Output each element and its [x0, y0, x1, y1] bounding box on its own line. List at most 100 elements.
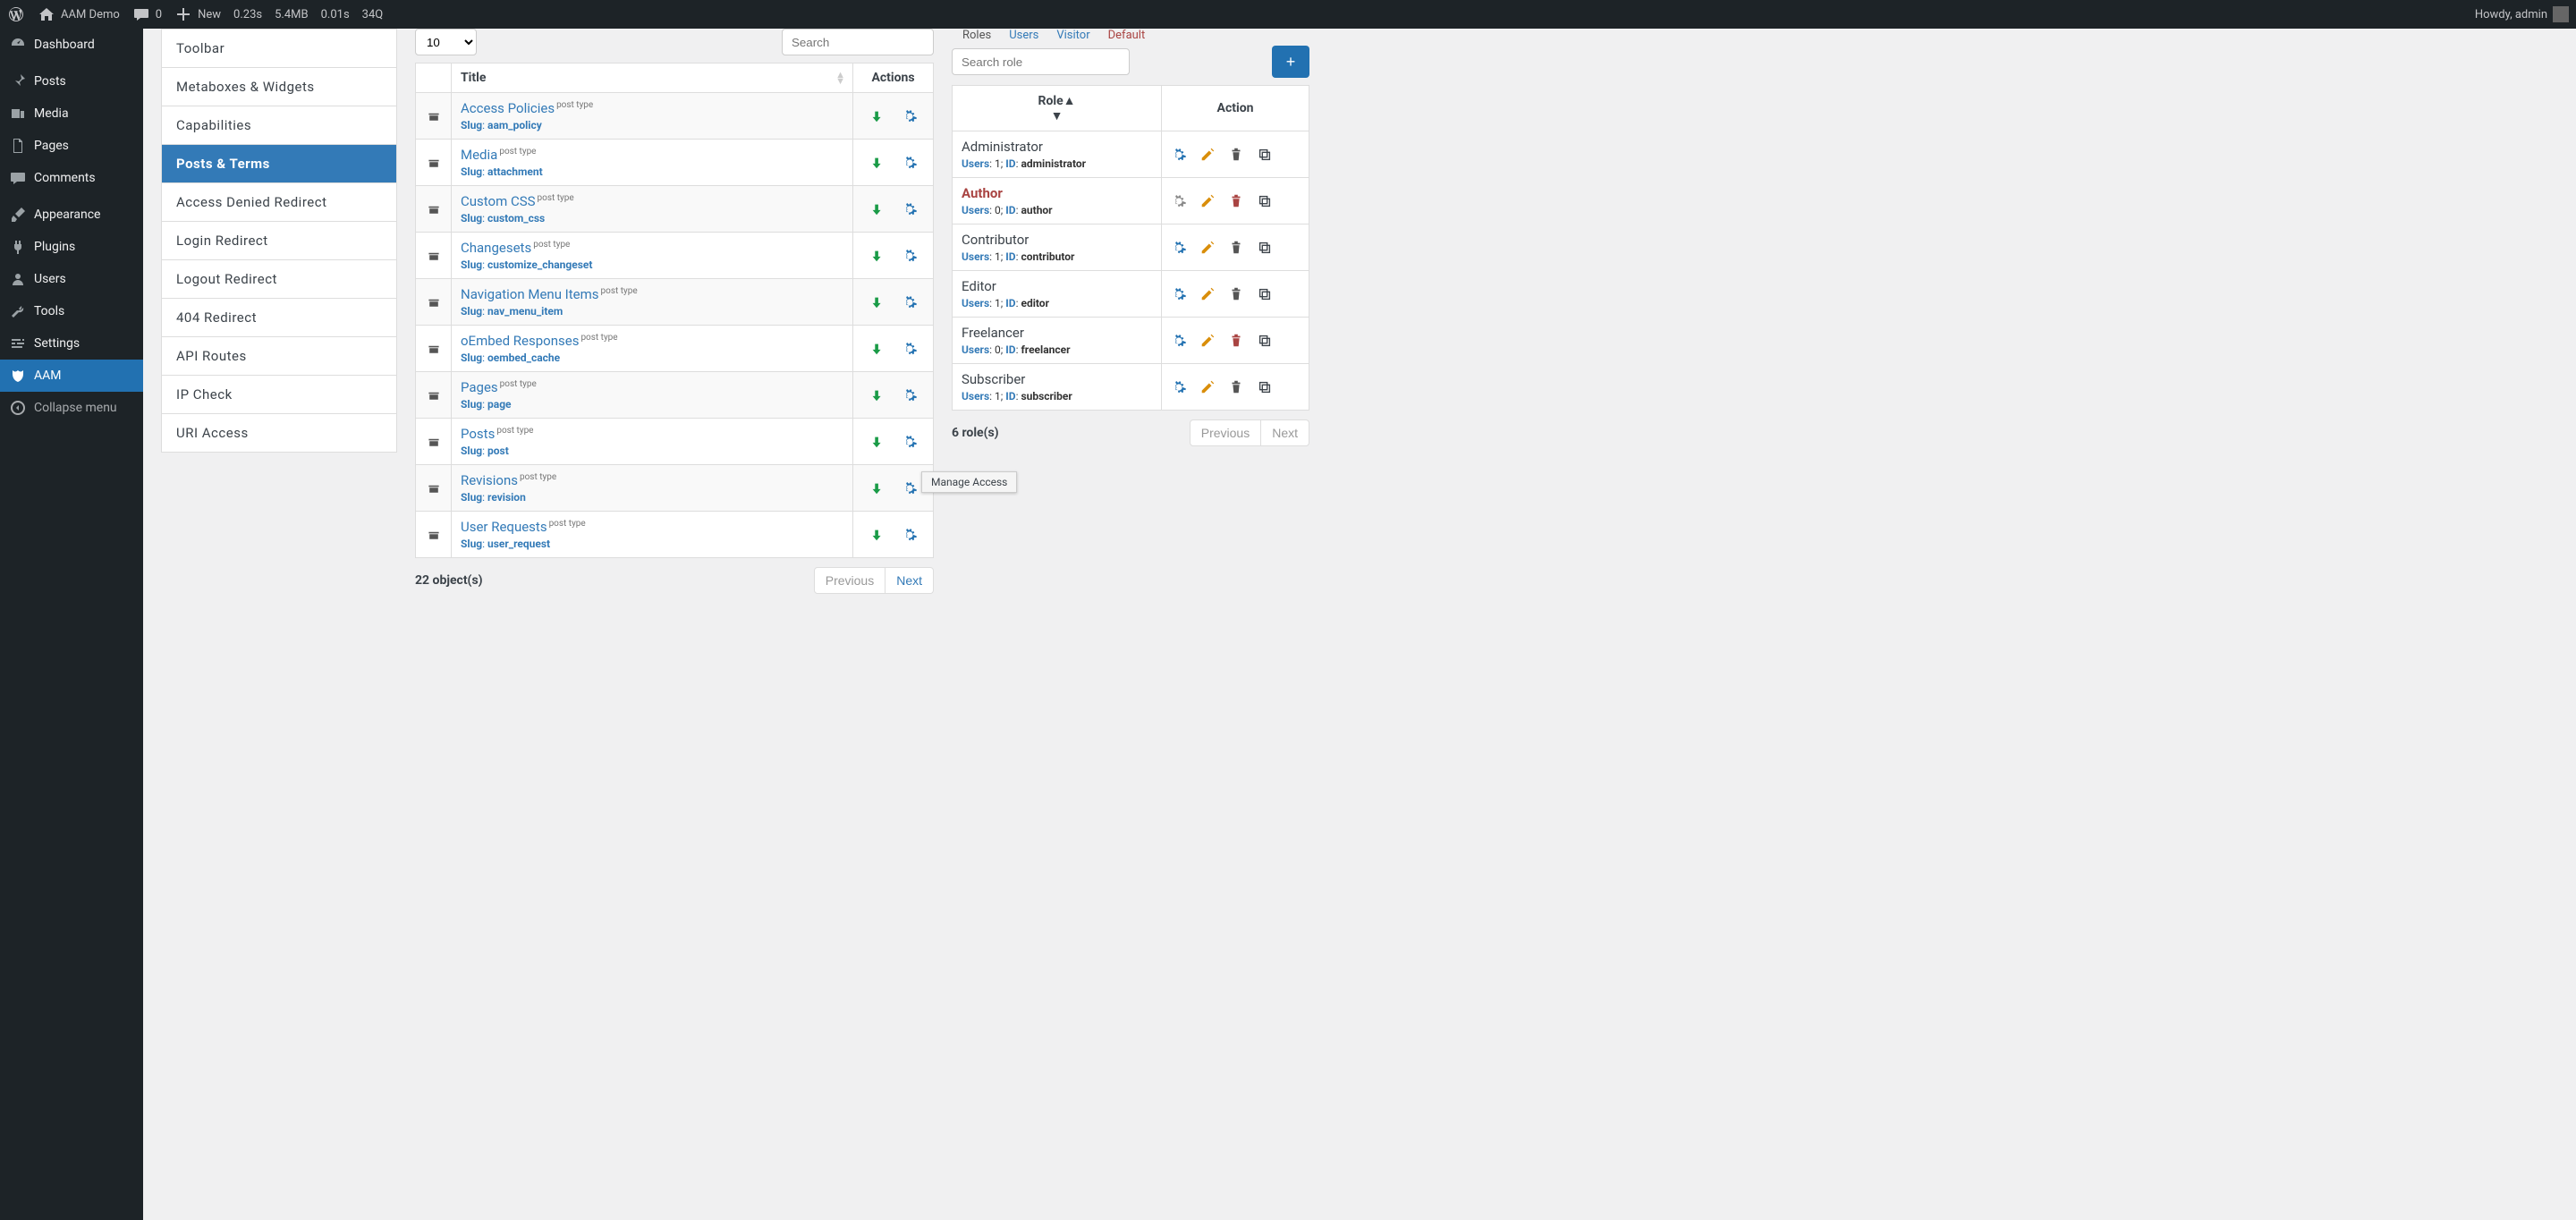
aam-tab-capabilities[interactable]: Capabilities [162, 106, 396, 145]
clone-icon[interactable] [1257, 333, 1273, 349]
gear-icon[interactable] [1171, 333, 1187, 349]
sidebar-item-comments[interactable]: Comments [0, 162, 143, 194]
drill-down-icon[interactable] [869, 155, 886, 171]
sidebar-item-plugins[interactable]: Plugins [0, 231, 143, 263]
howdy-user[interactable]: Howdy, admin [2475, 6, 2569, 22]
gear-icon[interactable] [902, 434, 918, 450]
trash-icon[interactable] [1228, 379, 1244, 395]
roles-prev-button[interactable]: Previous [1190, 419, 1261, 446]
trash-icon[interactable] [1228, 193, 1244, 209]
prev-button[interactable]: Previous [814, 567, 886, 594]
gear-icon[interactable] [902, 527, 918, 543]
pencil-icon[interactable] [1199, 193, 1216, 209]
gear-icon[interactable] [1171, 147, 1187, 163]
aam-tab-404-redirect[interactable]: 404 Redirect [162, 299, 396, 337]
gear-icon[interactable] [1171, 286, 1187, 302]
gear-icon[interactable] [1171, 240, 1187, 256]
new-content[interactable]: New [174, 5, 221, 23]
sidebar-item-label: Collapse menu [34, 401, 134, 415]
clone-icon[interactable] [1257, 286, 1273, 302]
role-name: Administrator [962, 139, 1152, 155]
post-type-link[interactable]: Access Policies [461, 100, 555, 116]
sidebar-item-collapse[interactable]: Collapse menu [0, 392, 143, 424]
gear-icon[interactable] [902, 155, 918, 171]
clone-icon[interactable] [1257, 147, 1273, 163]
sidebar-item-aam[interactable]: AAM [0, 360, 143, 392]
pencil-icon[interactable] [1199, 379, 1216, 395]
pencil-icon[interactable] [1199, 147, 1216, 163]
site-name[interactable]: AAM Demo [38, 5, 120, 23]
aam-tab-login-redirect[interactable]: Login Redirect [162, 222, 396, 260]
clone-icon[interactable] [1257, 240, 1273, 256]
post-type-link[interactable]: Custom CSS [461, 193, 536, 209]
add-role-button[interactable]: + [1272, 46, 1309, 78]
drill-down-icon[interactable] [869, 248, 886, 264]
drill-down-icon[interactable] [869, 480, 886, 496]
drill-down-icon[interactable] [869, 387, 886, 403]
aam-tab-access-denied-redirect[interactable]: Access Denied Redirect [162, 183, 396, 222]
roles-table: Role▲▼ Action Administrator Users: 1; ID… [952, 85, 1309, 411]
tab-users[interactable]: Users [1009, 29, 1038, 42]
wp-logo[interactable] [7, 5, 25, 23]
trash-icon[interactable] [1228, 240, 1244, 256]
gear-icon[interactable] [902, 248, 918, 264]
gear-icon[interactable] [902, 201, 918, 217]
sidebar-item-media[interactable]: Media [0, 97, 143, 130]
drill-down-icon[interactable] [869, 201, 886, 217]
sidebar-item-users[interactable]: Users [0, 263, 143, 295]
search-input[interactable] [782, 29, 934, 55]
drill-down-icon[interactable] [869, 294, 886, 310]
page-length-select[interactable]: 10 [415, 29, 477, 55]
tab-roles[interactable]: Roles [962, 29, 991, 42]
tab-default[interactable]: Default [1108, 29, 1146, 42]
gear-icon[interactable] [902, 480, 918, 496]
aam-tab-ip-check[interactable]: IP Check [162, 376, 396, 414]
post-type-link[interactable]: Pages [461, 379, 498, 395]
sidebar-item-settings[interactable]: Settings [0, 327, 143, 360]
sidebar-item-pages[interactable]: Pages [0, 130, 143, 162]
drill-down-icon[interactable] [869, 341, 886, 357]
trash-icon[interactable] [1228, 333, 1244, 349]
gear-icon[interactable] [902, 387, 918, 403]
drill-down-icon[interactable] [869, 434, 886, 450]
stat-1: 5.4MB [275, 8, 309, 21]
post-type-link[interactable]: Posts [461, 426, 495, 442]
post-type-link[interactable]: User Requests [461, 519, 547, 535]
gear-icon[interactable] [902, 294, 918, 310]
comments-count[interactable]: 0 [132, 5, 162, 23]
pencil-icon[interactable] [1199, 286, 1216, 302]
gear-icon[interactable] [1171, 379, 1187, 395]
trash-icon[interactable] [1228, 147, 1244, 163]
post-type-link[interactable]: Revisions [461, 472, 518, 488]
gear-icon[interactable] [1171, 193, 1187, 209]
post-type-link[interactable]: oEmbed Responses [461, 333, 579, 349]
post-type-link[interactable]: Media [461, 147, 497, 163]
next-button[interactable]: Next [886, 567, 934, 594]
sidebar-item-posts[interactable]: Posts [0, 65, 143, 97]
col-role[interactable]: Role▲▼ [953, 86, 1162, 131]
col-title[interactable]: Title▲▼ [452, 64, 853, 93]
gear-icon[interactable] [902, 341, 918, 357]
clone-icon[interactable] [1257, 193, 1273, 209]
post-type-link[interactable]: Changesets [461, 240, 531, 256]
pencil-icon[interactable] [1199, 333, 1216, 349]
role-search-input[interactable] [952, 48, 1130, 75]
drill-down-icon[interactable] [869, 108, 886, 124]
tab-visitor[interactable]: Visitor [1056, 29, 1089, 42]
aam-tab-uri-access[interactable]: URI Access [162, 414, 396, 452]
aam-tab-api-routes[interactable]: API Routes [162, 337, 396, 376]
sidebar-item-dashboard[interactable]: Dashboard [0, 29, 143, 61]
roles-next-button[interactable]: Next [1261, 419, 1309, 446]
aam-tab-logout-redirect[interactable]: Logout Redirect [162, 260, 396, 299]
aam-tab-metaboxes-widgets[interactable]: Metaboxes & Widgets [162, 68, 396, 106]
sidebar-item-appearance[interactable]: Appearance [0, 199, 143, 231]
trash-icon[interactable] [1228, 286, 1244, 302]
post-type-link[interactable]: Navigation Menu Items [461, 286, 599, 302]
gear-icon[interactable] [902, 108, 918, 124]
sidebar-item-tools[interactable]: Tools [0, 295, 143, 327]
aam-tab-toolbar[interactable]: Toolbar [162, 30, 396, 68]
clone-icon[interactable] [1257, 379, 1273, 395]
drill-down-icon[interactable] [869, 527, 886, 543]
pencil-icon[interactable] [1199, 240, 1216, 256]
aam-tab-posts-terms[interactable]: Posts & Terms [162, 145, 396, 183]
